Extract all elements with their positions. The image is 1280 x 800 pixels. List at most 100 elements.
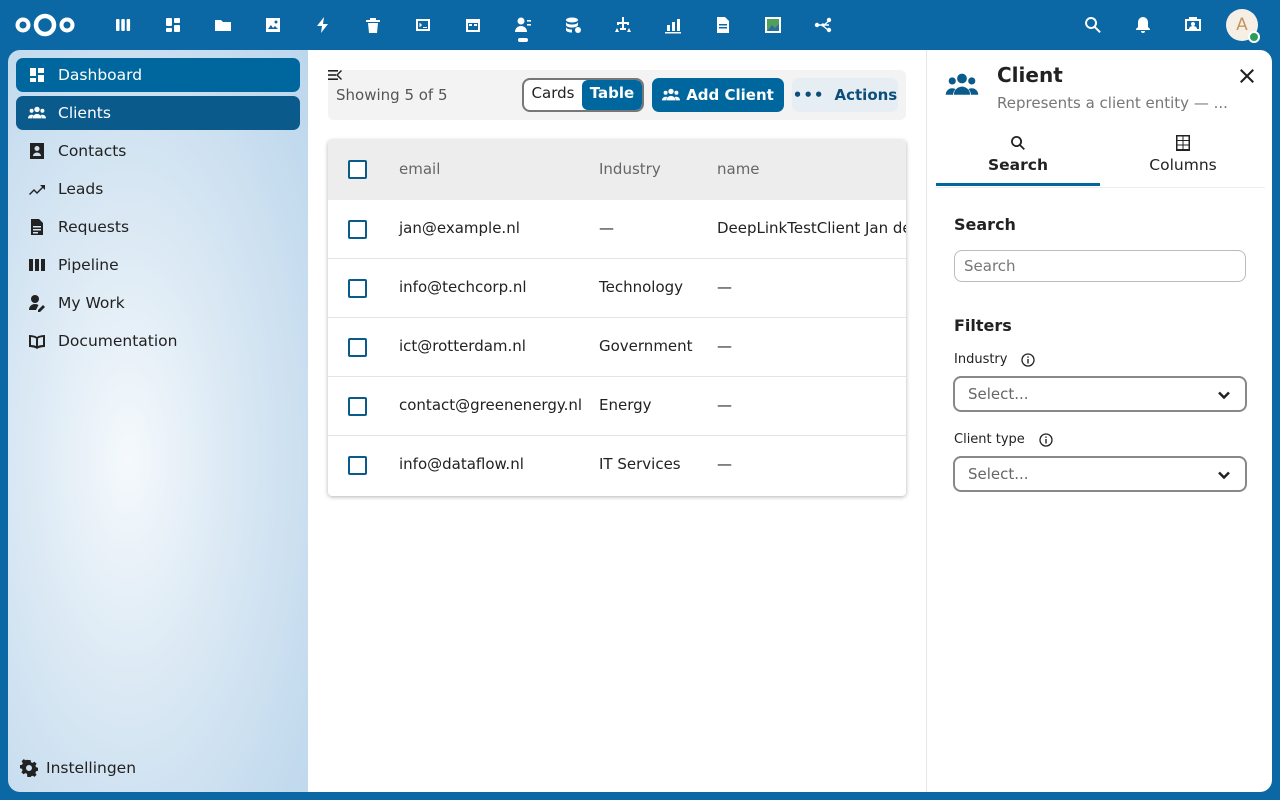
name-cell: DeepLinkTestClient Jan de [717,219,906,237]
client-type-select[interactable]: Select... [953,456,1247,492]
industry-cell: Technology [599,278,684,296]
filter-label-text: Client type [954,432,1025,447]
select-placeholder: Select... [968,385,1029,403]
row-checkbox[interactable] [348,456,367,475]
actions-button[interactable]: ••• Actions [792,78,898,112]
email-cell: ict@rotterdam.nl [399,337,526,355]
tab-search[interactable]: Search [936,134,1100,186]
app-navigation: Dashboard Clients Contacts Leads Request… [8,50,308,792]
panel-title: Client [997,63,1063,87]
table-header: email Industry name [328,140,906,200]
settings-label: Instellingen [46,759,137,777]
calendar-icon[interactable] [460,12,486,38]
trend-icon [29,185,45,195]
search-input[interactable] [954,250,1246,282]
select-all-checkbox[interactable] [348,160,367,179]
view-toggle: Cards Table [522,78,644,112]
columns-icon [1176,135,1190,151]
sidebar-item-my-work[interactable]: My Work [16,286,300,320]
row-checkbox[interactable] [348,397,367,416]
pipeline-icon [29,259,45,271]
avatar-initial: A [1236,15,1248,35]
document-icon[interactable] [710,12,736,38]
info-icon[interactable] [1021,352,1036,367]
search-icon [1011,136,1025,150]
chevron-down-icon [1218,391,1230,400]
table-row[interactable]: ict@rotterdam.nl Government — [328,318,906,377]
code-icon[interactable] [410,12,436,38]
tab-columns[interactable]: Columns [1101,134,1265,186]
hierarchy-icon[interactable] [610,12,636,38]
sidebar-item-label: Dashboard [58,66,143,84]
add-client-button[interactable]: Add Client [652,78,784,112]
sidebar-panel: Client Represents a client entity — ... … [926,50,1272,792]
row-checkbox[interactable] [348,279,367,298]
results-count: Showing 5 of 5 [336,86,448,104]
actions-label: Actions [834,86,898,104]
close-icon [1240,69,1254,83]
main-content: Showing 5 of 5 Cards Table Add Client ••… [308,50,926,792]
contacts-app-icon[interactable] [510,12,536,38]
column-header-email[interactable]: email [399,160,440,178]
sidebar-item-requests[interactable]: Requests [16,210,300,244]
sidebar-item-label: Requests [58,218,130,236]
chart-icon[interactable] [660,12,686,38]
column-header-name[interactable]: name [717,160,760,178]
sidebar-item-label: Contacts [58,142,127,160]
sidebar-item-contacts[interactable]: Contacts [16,134,300,168]
top-header: A [0,0,1280,50]
column-header-industry[interactable]: Industry [599,160,661,178]
sidebar-item-leads[interactable]: Leads [16,172,300,206]
photos-icon[interactable] [260,12,286,38]
menu-collapse-icon [328,70,342,80]
industry-cell: IT Services [599,455,681,473]
view-table-button[interactable]: Table [582,80,642,110]
sidebar-item-pipeline[interactable]: Pipeline [16,248,300,282]
notifications-icon[interactable] [1130,12,1156,38]
settings-button[interactable]: Instellingen [20,756,136,780]
clients-icon [28,106,46,119]
row-checkbox[interactable] [348,338,367,357]
activity-icon[interactable] [310,12,336,38]
email-cell: info@techcorp.nl [399,278,527,296]
active-app-indicator [518,38,528,42]
info-icon[interactable] [1039,432,1053,447]
email-cell: info@dataflow.nl [399,455,524,473]
client-type-filter-label: Client type [954,432,1053,447]
name-cell: — [717,455,732,473]
contacts-menu-icon[interactable] [1180,12,1206,38]
sidebar-item-documentation[interactable]: Documentation [16,324,300,358]
deck-icon[interactable] [110,12,136,38]
industry-select[interactable]: Select... [953,376,1247,412]
email-cell: jan@example.nl [399,219,520,237]
row-checkbox[interactable] [348,220,367,239]
image-icon[interactable] [760,12,786,38]
close-panel-button[interactable] [1235,64,1259,88]
files-icon[interactable] [210,12,236,38]
sidebar-item-clients[interactable]: Clients [16,96,300,130]
gear-icon [20,759,38,777]
database-icon[interactable] [560,12,586,38]
table-row[interactable]: jan@example.nl — DeepLinkTestClient Jan … [328,200,906,259]
industry-filter-label: Industry [954,352,1036,367]
tab-label: Columns [1149,156,1217,174]
trash-icon[interactable] [360,12,386,38]
industry-cell: Energy [599,396,652,414]
toggle-navigation-button[interactable] [324,64,346,86]
view-cards-button[interactable]: Cards [524,80,582,110]
user-edit-icon [29,295,45,312]
tab-label: Search [987,156,1048,174]
dashboard-icon[interactable] [160,12,186,38]
table-row[interactable]: contact@greenenergy.nl Energy — [328,377,906,436]
nextcloud-logo[interactable] [14,12,76,38]
table-row[interactable]: info@techcorp.nl Technology — [328,259,906,318]
sidebar-item-dashboard[interactable]: Dashboard [16,58,300,92]
search-icon[interactable] [1080,12,1106,38]
sidebar-item-label: My Work [58,294,125,312]
email-cell: contact@greenenergy.nl [399,396,583,414]
clients-table: email Industry name jan@example.nl — Dee… [328,140,906,496]
user-avatar[interactable]: A [1226,9,1260,43]
industry-cell: — [599,219,614,237]
table-row[interactable]: info@dataflow.nl IT Services — [328,436,906,495]
flow-icon[interactable] [810,12,836,38]
